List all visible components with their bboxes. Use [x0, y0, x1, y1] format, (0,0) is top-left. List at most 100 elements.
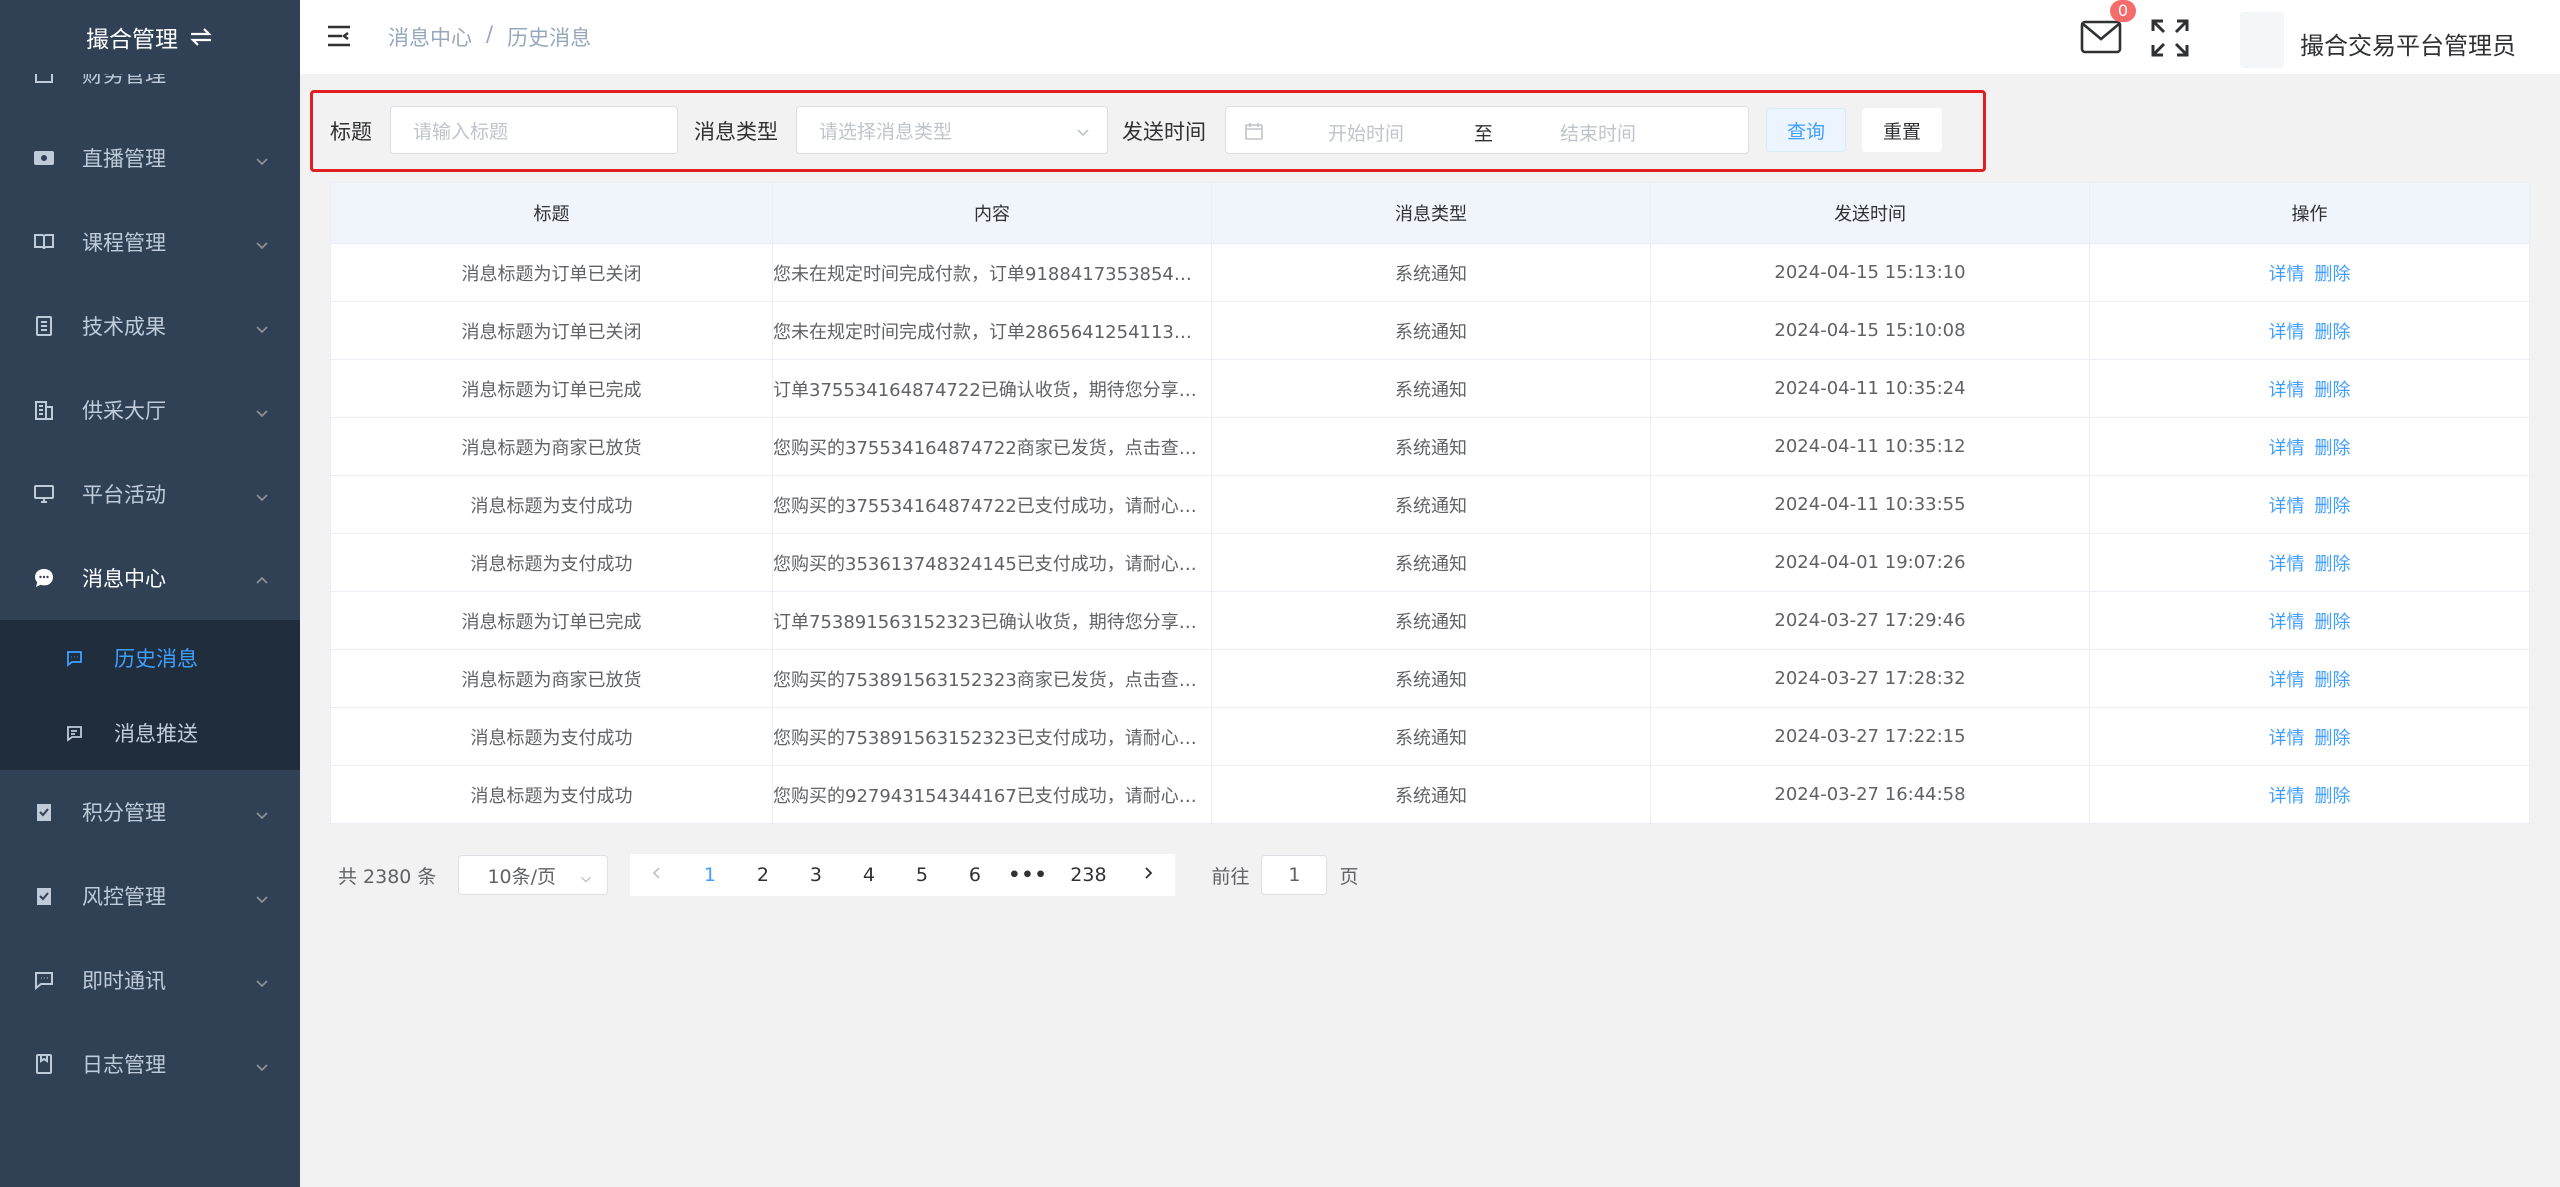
delete-link[interactable]: 删除: [2315, 492, 2351, 518]
cell-content: 您购买的753891563152323已支付成功，请耐心等…: [773, 708, 1212, 765]
sidebar-item-log[interactable]: 日志管理: [0, 1022, 300, 1106]
goto-page: 前往 1 页: [1211, 855, 1358, 895]
chevron-down-icon: [254, 888, 270, 904]
title-input[interactable]: 请输入标题: [390, 106, 678, 154]
detail-link[interactable]: 详情: [2269, 550, 2305, 576]
detail-link[interactable]: 详情: [2269, 666, 2305, 692]
table-row: 消息标题为订单已完成 订单375534164874722已确认收货，期待您分享商……: [331, 359, 2529, 417]
sidebar-item-label: 即时通讯: [82, 969, 166, 993]
cell-content-text: 您未在规定时间完成付款，订单286564125411346…: [773, 321, 1203, 343]
sidebar-item-tech[interactable]: 技术成果: [0, 284, 300, 368]
sidebar-item-history-messages[interactable]: 历史消息: [0, 620, 300, 695]
delete-link[interactable]: 删除: [2315, 434, 2351, 460]
table-row: 消息标题为订单已完成 订单753891563152323已确认收货，期待您分享商……: [331, 591, 2529, 649]
detail-link[interactable]: 详情: [2269, 492, 2305, 518]
chevron-down-icon: [254, 486, 270, 502]
breadcrumb-item-history: 历史消息: [507, 26, 592, 50]
detail-link[interactable]: 详情: [2269, 318, 2305, 344]
reset-button[interactable]: 重置: [1862, 108, 1942, 152]
sidebar-item-risk[interactable]: 风控管理: [0, 854, 300, 938]
column-header-type: 消息类型: [1212, 183, 1651, 243]
cell-title: 消息标题为商家已放货: [331, 418, 773, 475]
cell-type: 系统通知: [1212, 708, 1651, 765]
cell-type: 系统通知: [1212, 650, 1651, 707]
cell-actions: 详情 删除: [2090, 476, 2529, 533]
send-time-range-picker[interactable]: 开始时间 至 结束时间: [1225, 106, 1749, 154]
fullscreen-icon[interactable]: [2150, 18, 2190, 58]
start-time-input[interactable]: 开始时间: [1328, 119, 1404, 146]
cell-time: 2024-04-01 19:07:26: [1651, 534, 2090, 591]
cell-content: 您未在规定时间完成付款，订单918841735385491…: [773, 244, 1212, 301]
sidebar-item-message-center[interactable]: 消息中心: [0, 536, 300, 620]
pagination: 共 2380 条 10条/页 1 2 3 4 5 6 ••• 238 前往 1 …: [338, 854, 1358, 896]
username[interactable]: 撮合交易平台管理员: [2300, 26, 2516, 61]
prev-page-button[interactable]: [630, 864, 683, 886]
delete-link[interactable]: 删除: [2315, 376, 2351, 402]
building-icon: [32, 398, 56, 422]
page-size-select[interactable]: 10条/页: [458, 855, 609, 895]
sidebar-item-live[interactable]: 直播管理: [0, 116, 300, 200]
sub-item-label: 历史消息: [114, 646, 198, 671]
page-last[interactable]: 238: [1054, 864, 1122, 886]
breadcrumb-item-message-center[interactable]: 消息中心: [388, 22, 472, 52]
page-4[interactable]: 4: [842, 864, 895, 886]
goto-page-input[interactable]: 1: [1261, 855, 1328, 895]
sidebar: 财务管理 直播管理 课程管理 技术成果 供采大厅 平台活动 消息中心 历史消息 …: [0, 0, 300, 1187]
switch-icon[interactable]: [188, 26, 214, 48]
delete-link[interactable]: 删除: [2315, 318, 2351, 344]
cell-actions: 详情 删除: [2090, 244, 2529, 301]
menu-toggle-icon[interactable]: [326, 24, 352, 48]
detail-link[interactable]: 详情: [2269, 782, 2305, 808]
sidebar-item-activity[interactable]: 平台活动: [0, 452, 300, 536]
delete-link[interactable]: 删除: [2315, 724, 2351, 750]
more-pages[interactable]: •••: [1001, 864, 1054, 886]
cell-type: 系统通知: [1212, 302, 1651, 359]
table-row: 消息标题为支付成功 您购买的753891563152323已支付成功，请耐心等… 系…: [331, 707, 2529, 765]
page-5[interactable]: 5: [895, 864, 948, 886]
message-type-select[interactable]: 请选择消息类型: [796, 106, 1108, 154]
delete-link[interactable]: 删除: [2315, 260, 2351, 286]
page-1[interactable]: 1: [683, 864, 736, 886]
sidebar-item-label: 供采大厅: [82, 399, 166, 423]
detail-link[interactable]: 详情: [2269, 724, 2305, 750]
column-header-content: 内容: [773, 183, 1212, 243]
delete-link[interactable]: 删除: [2315, 608, 2351, 634]
sidebar-item-label: 技术成果: [82, 315, 166, 339]
sidebar-item-procurement[interactable]: 供采大厅: [0, 368, 300, 452]
breadcrumb-separator: /: [486, 22, 494, 46]
cell-title: 消息标题为支付成功: [331, 476, 773, 533]
delete-link[interactable]: 删除: [2315, 666, 2351, 692]
app-title: 撮合管理: [86, 27, 178, 53]
delete-link[interactable]: 删除: [2315, 550, 2351, 576]
end-time-input[interactable]: 结束时间: [1560, 119, 1636, 146]
notification-badge: 0: [2110, 0, 2136, 22]
table-row: 消息标题为订单已关闭 您未在规定时间完成付款，订单286564125411346……: [331, 301, 2529, 359]
table-row: 消息标题为订单已关闭 您未在规定时间完成付款，订单918841735385491……: [331, 243, 2529, 301]
breadcrumb: 消息中心 / 历史消息: [388, 22, 591, 52]
sidebar-item-label: 消息中心: [82, 567, 166, 591]
mail-icon[interactable]: [2080, 20, 2122, 54]
cell-content: 您购买的375534164874722已支付成功，请耐心等…: [773, 476, 1212, 533]
sidebar-item-course[interactable]: 课程管理: [0, 200, 300, 284]
sidebar-item-points[interactable]: 积分管理: [0, 770, 300, 854]
detail-link[interactable]: 详情: [2269, 608, 2305, 634]
page-6[interactable]: 6: [948, 864, 1001, 886]
cell-actions: 详情 删除: [2090, 650, 2529, 707]
detail-link[interactable]: 详情: [2269, 434, 2305, 460]
page-2[interactable]: 2: [736, 864, 789, 886]
chevron-down-icon: [254, 972, 270, 988]
app-logo[interactable]: 撮合管理: [0, 0, 300, 74]
sidebar-item-message-push[interactable]: 消息推送: [0, 695, 300, 770]
detail-link[interactable]: 详情: [2269, 260, 2305, 286]
query-button[interactable]: 查询: [1766, 108, 1846, 152]
cell-title: 消息标题为商家已放货: [331, 650, 773, 707]
next-page-button[interactable]: [1122, 864, 1175, 886]
table-row: 消息标题为支付成功 您购买的927943154344167已支付成功，请耐心等… 系…: [331, 765, 2529, 823]
detail-link[interactable]: 详情: [2269, 376, 2305, 402]
sidebar-item-label: 积分管理: [82, 801, 166, 825]
page-3[interactable]: 3: [789, 864, 842, 886]
avatar[interactable]: [2240, 12, 2284, 68]
sidebar-item-im[interactable]: 即时通讯: [0, 938, 300, 1022]
delete-link[interactable]: 删除: [2315, 782, 2351, 808]
chevron-down-icon: [254, 804, 270, 820]
